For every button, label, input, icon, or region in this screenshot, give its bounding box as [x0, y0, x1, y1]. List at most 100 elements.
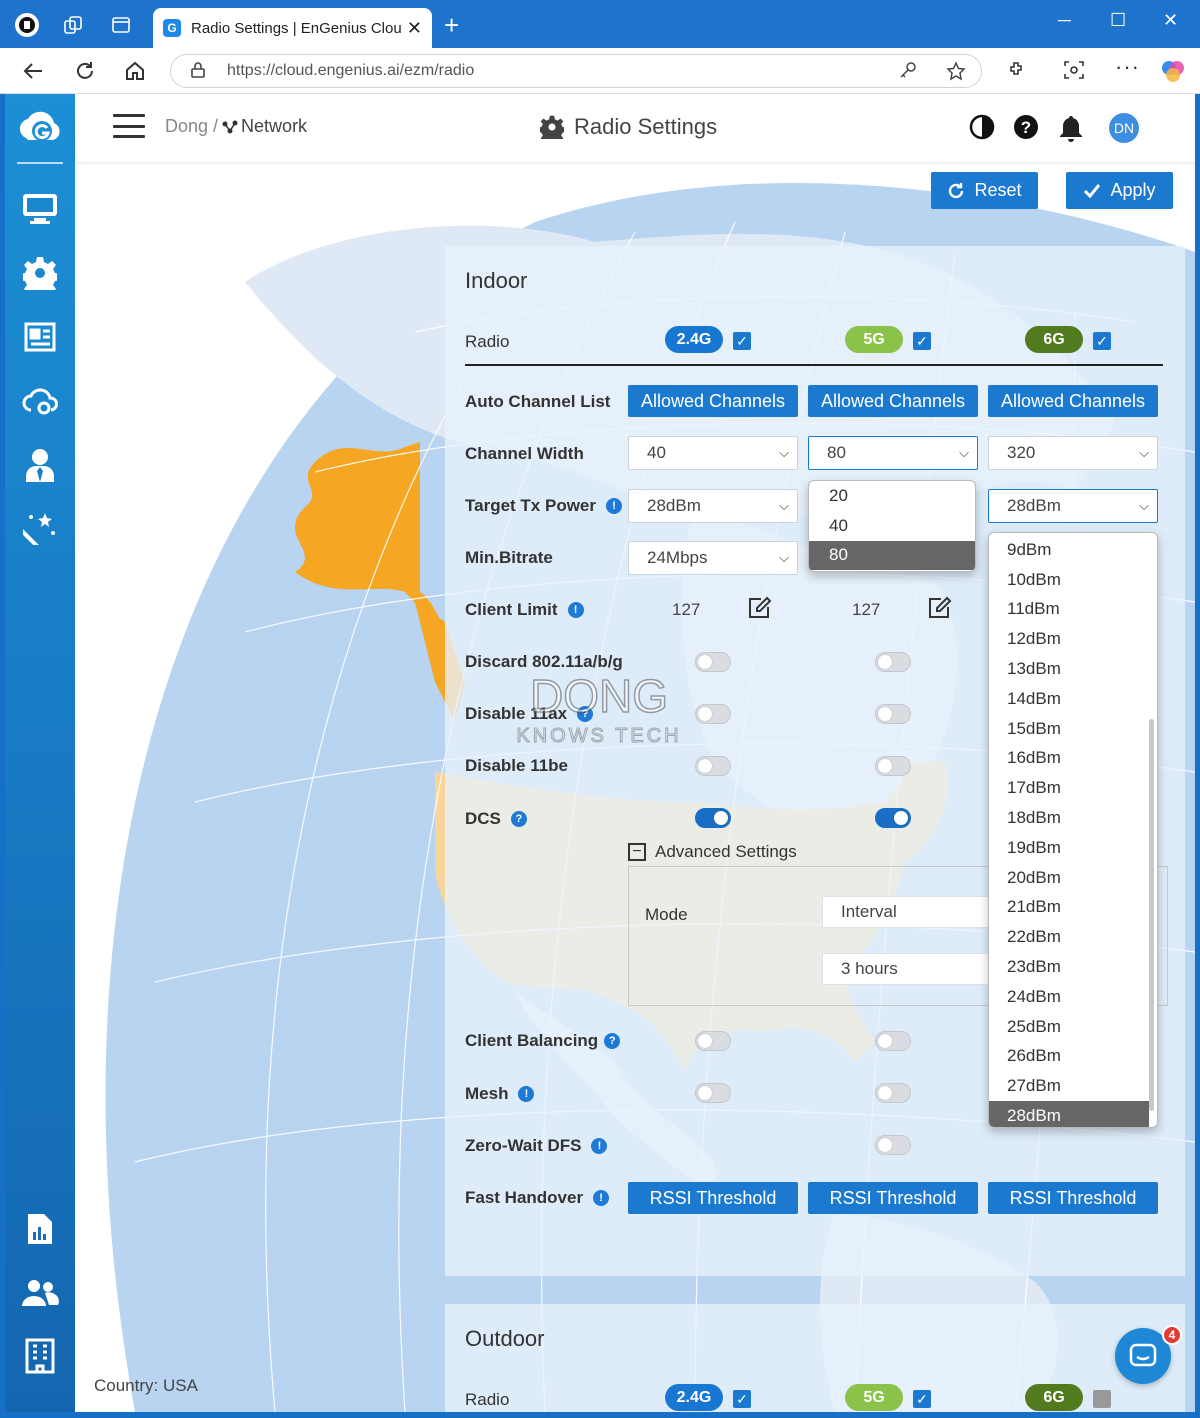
- maximize-icon[interactable]: ☐: [1110, 10, 1126, 31]
- zero-wait-dfs-5g-toggle[interactable]: [875, 1135, 911, 1155]
- password-key-icon[interactable]: [899, 61, 917, 84]
- tx-power-option[interactable]: 12dBm: [989, 624, 1157, 654]
- advanced-settings-toggle[interactable]: − Advanced Settings: [628, 842, 797, 862]
- sidebar-monitor-icon[interactable]: [20, 189, 60, 229]
- allowed-channels-24g-button[interactable]: Allowed Channels: [628, 385, 798, 417]
- tx-power-option[interactable]: 26dBm: [989, 1042, 1157, 1072]
- tx-power-option[interactable]: 9dBm: [989, 535, 1157, 565]
- client-balancing-24g-toggle[interactable]: [695, 1031, 731, 1051]
- edit-client-limit-5g-icon[interactable]: [927, 596, 953, 620]
- channel-width-24g-select[interactable]: 40 ⌵: [628, 436, 798, 470]
- tx-power-dropdown[interactable]: 9dBm 10dBm 11dBm 12dBm 13dBm 14dBm 15dBm…: [988, 532, 1158, 1128]
- tx-power-option[interactable]: 18dBm: [989, 803, 1157, 833]
- sidebar-report-icon[interactable]: [20, 317, 60, 357]
- close-tab-icon[interactable]: ✕: [407, 18, 422, 39]
- info-icon[interactable]: !: [518, 1086, 535, 1102]
- dcs-24g-toggle[interactable]: [695, 808, 731, 828]
- sidebar-team-icon[interactable]: [20, 1273, 60, 1313]
- notification-bell-icon[interactable]: [1058, 114, 1084, 142]
- mesh-5g-toggle[interactable]: [875, 1083, 911, 1103]
- tx-power-option[interactable]: 25dBm: [989, 1012, 1157, 1042]
- tab-actions-icon[interactable]: [108, 12, 134, 38]
- rssi-threshold-24g-button[interactable]: RSSI Threshold: [628, 1182, 798, 1214]
- hamburger-menu-icon[interactable]: [113, 114, 145, 138]
- close-window-icon[interactable]: ✕: [1163, 10, 1178, 31]
- url-text[interactable]: https://cloud.engenius.ai/ezm/radio: [227, 62, 474, 80]
- more-menu-icon[interactable]: ···: [1115, 54, 1140, 80]
- help-icon[interactable]: ?: [510, 811, 527, 827]
- rssi-threshold-6g-button[interactable]: RSSI Threshold: [988, 1182, 1158, 1214]
- tx-power-option[interactable]: 14dBm: [989, 684, 1157, 714]
- tx-power-option[interactable]: 13dBm: [989, 654, 1157, 684]
- tx-power-option[interactable]: 27dBm: [989, 1071, 1157, 1101]
- sidebar-building-icon[interactable]: [20, 1336, 60, 1376]
- address-bar[interactable]: https://cloud.engenius.ai/ezm/radio: [170, 54, 982, 88]
- breadcrumb-org[interactable]: Dong /: [165, 116, 218, 137]
- dcs-5g-toggle[interactable]: [875, 808, 911, 828]
- disable-11be-5g-toggle[interactable]: [875, 756, 911, 776]
- disable-11ax-5g-toggle[interactable]: [875, 704, 911, 724]
- user-avatar[interactable]: DN: [1109, 113, 1139, 143]
- tx-power-option[interactable]: 24dBm: [989, 982, 1157, 1012]
- screenshot-icon[interactable]: [1063, 60, 1085, 85]
- tx-power-option[interactable]: 22dBm: [989, 922, 1157, 952]
- browser-profile-icon[interactable]: [14, 12, 40, 38]
- help-icon[interactable]: ?: [604, 1033, 621, 1049]
- breadcrumb-network[interactable]: Network: [222, 116, 307, 137]
- theme-contrast-icon[interactable]: [969, 114, 995, 140]
- rssi-threshold-5g-button[interactable]: RSSI Threshold: [808, 1182, 978, 1214]
- tx-power-option[interactable]: 20dBm: [989, 863, 1157, 893]
- breadcrumb-network-label[interactable]: Network: [241, 116, 307, 137]
- home-icon[interactable]: [122, 58, 148, 84]
- tx-power-option[interactable]: 23dBm: [989, 952, 1157, 982]
- reset-button[interactable]: Reset: [931, 172, 1038, 209]
- channel-width-dropdown[interactable]: 20 40 80: [808, 480, 976, 572]
- collapse-minus-icon[interactable]: −: [628, 843, 646, 861]
- channel-width-option[interactable]: 20: [809, 481, 975, 511]
- outdoor-band-checkbox-6g[interactable]: [1093, 1390, 1111, 1408]
- info-icon[interactable]: !: [591, 1138, 608, 1154]
- tx-power-option[interactable]: 10dBm: [989, 565, 1157, 595]
- min-bitrate-24g-select[interactable]: 24Mbps ⌵: [628, 541, 798, 575]
- edit-client-limit-24g-icon[interactable]: [747, 596, 773, 620]
- minimize-icon[interactable]: ─: [1058, 10, 1071, 31]
- tx-power-option[interactable]: 11dBm: [989, 595, 1157, 625]
- tx-power-option[interactable]: 15dBm: [989, 714, 1157, 744]
- band-checkbox-5g[interactable]: ✓: [913, 332, 931, 350]
- tx-power-6g-select[interactable]: 28dBm ⌵: [988, 489, 1158, 523]
- workspaces-icon[interactable]: [60, 12, 86, 38]
- tx-power-option[interactable]: 19dBm: [989, 833, 1157, 863]
- tx-power-option[interactable]: 16dBm: [989, 744, 1157, 774]
- disable-11ax-24g-toggle[interactable]: [695, 704, 731, 724]
- site-info-lock-icon[interactable]: [191, 61, 207, 81]
- sidebar-cloud-icon[interactable]: [20, 381, 60, 421]
- apply-button[interactable]: Apply: [1066, 172, 1173, 209]
- discard-5g-toggle[interactable]: [875, 652, 911, 672]
- outdoor-band-checkbox-5g[interactable]: ✓: [913, 1390, 931, 1408]
- extensions-icon[interactable]: [1007, 60, 1027, 85]
- tx-power-option[interactable]: 21dBm: [989, 893, 1157, 923]
- sidebar-analytics-icon[interactable]: [20, 1209, 60, 1249]
- band-checkbox-24g[interactable]: ✓: [733, 332, 751, 350]
- info-icon[interactable]: !: [567, 602, 584, 618]
- mesh-24g-toggle[interactable]: [695, 1083, 731, 1103]
- channel-width-5g-select[interactable]: 80 ⌵: [808, 436, 978, 470]
- client-balancing-5g-toggle[interactable]: [875, 1031, 911, 1051]
- discard-24g-toggle[interactable]: [695, 652, 731, 672]
- band-checkbox-6g[interactable]: ✓: [1093, 332, 1111, 350]
- sidebar-user-icon[interactable]: [20, 445, 60, 485]
- new-tab-icon[interactable]: +: [444, 12, 459, 38]
- dropdown-scrollbar[interactable]: [1149, 719, 1154, 1111]
- copilot-icon[interactable]: [1160, 58, 1186, 89]
- tx-power-24g-select[interactable]: 28dBm ⌵: [628, 489, 798, 523]
- channel-width-option-selected[interactable]: 80: [809, 540, 975, 571]
- info-icon[interactable]: !: [606, 498, 622, 514]
- info-icon[interactable]: !: [593, 1190, 610, 1206]
- browser-tab-active[interactable]: G Radio Settings | EnGenius Cloud - ✕: [153, 8, 432, 48]
- tx-power-option-selected[interactable]: 28dBm: [989, 1101, 1149, 1127]
- help-question-icon[interactable]: ?: [1013, 114, 1039, 140]
- sidebar-settings-gear-icon[interactable]: [20, 253, 60, 293]
- disable-11be-24g-toggle[interactable]: [695, 756, 731, 776]
- favorite-star-icon[interactable]: [946, 61, 966, 86]
- refresh-icon[interactable]: [72, 58, 98, 84]
